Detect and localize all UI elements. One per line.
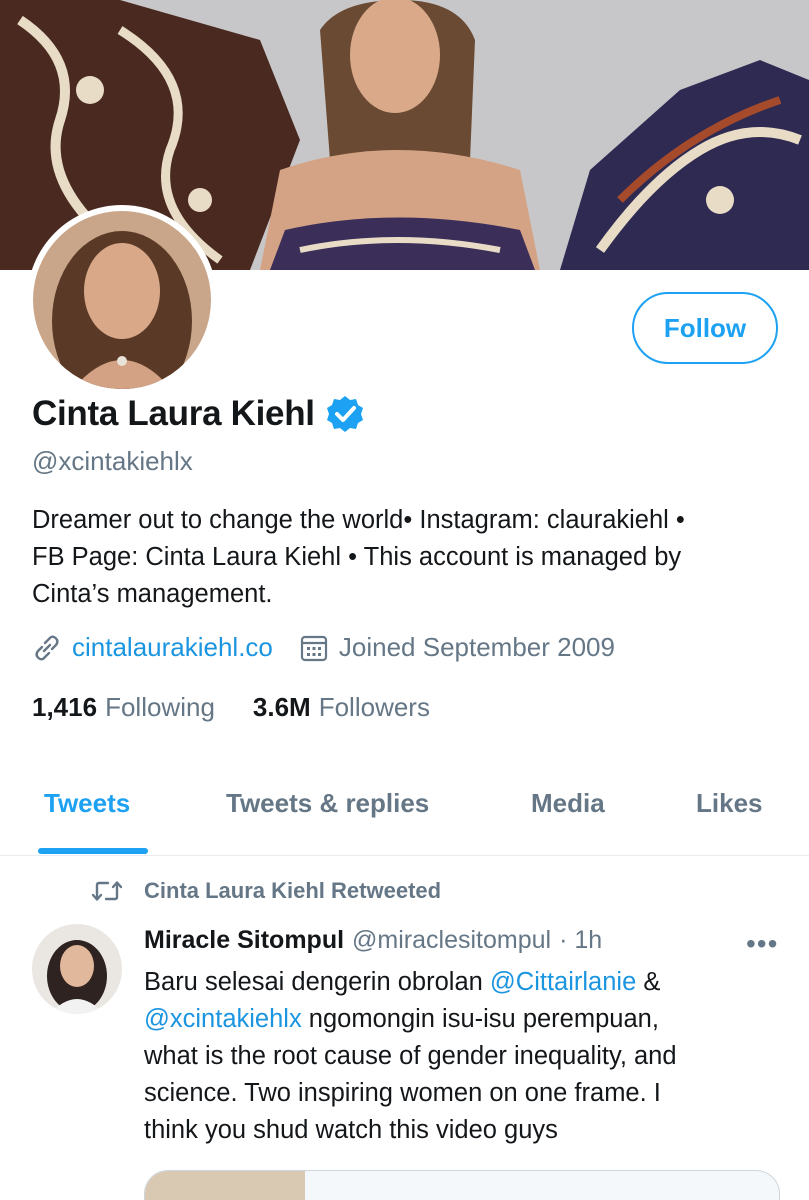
tab-tweets[interactable]: Tweets <box>44 788 130 819</box>
display-name: Cinta Laura Kiehl <box>32 394 315 433</box>
mention-link[interactable]: @xcintakiehlx <box>144 1005 302 1033</box>
profile-bio: Dreamer out to change the world• Instagr… <box>32 502 782 613</box>
tweet-text: Baru selesai dengerin obrolan @Cittairla… <box>144 964 784 1149</box>
profile-handle: @xcintakiehlx <box>32 446 193 476</box>
followers-label: Followers <box>318 692 430 722</box>
more-icon[interactable]: ••• <box>746 928 778 960</box>
bio-line: Dreamer out to change the world• Instagr… <box>32 506 685 534</box>
tweet-media-card[interactable] <box>144 1170 780 1200</box>
profile-website-link[interactable]: cintalaurakiehl.co <box>72 632 273 663</box>
card-thumbnail <box>145 1171 305 1200</box>
profile-stats: 1,416 Following 3.6M Followers <box>32 692 430 723</box>
following-count: 1,416 <box>32 692 98 722</box>
bio-line: Cinta’s management. <box>32 580 273 608</box>
tweet-text-segment: think you shud watch this video guys <box>144 1116 558 1144</box>
tab-likes[interactable]: Likes <box>696 788 763 819</box>
calendar-icon <box>300 635 327 661</box>
profile-meta: cintalaurakiehl.co Joined September 2009 <box>32 632 615 663</box>
tweet-author-handle[interactable]: @miraclesitompul <box>352 926 551 955</box>
tweet-header: Miracle Sitompul @miraclesitompul · 1h <box>144 926 602 955</box>
following-label: Following <box>105 692 215 722</box>
profile-tabs: Tweets Tweets & replies Media Likes <box>0 770 809 856</box>
tab-tweets-and-replies[interactable]: Tweets & replies <box>226 788 429 819</box>
retweet-note[interactable]: Cinta Laura Kiehl Retweeted <box>144 878 441 904</box>
tweet-text-segment: ngomongin isu-isu perempuan, <box>301 1005 659 1033</box>
link-icon <box>35 635 59 660</box>
verified-badge-icon <box>326 396 363 432</box>
tweet-author-avatar[interactable] <box>32 924 122 1014</box>
tweet-author-name[interactable]: Miracle Sitompul <box>144 926 344 955</box>
retweet-icon <box>91 881 123 901</box>
tweet-text-segment: & <box>636 968 661 996</box>
tweet-text-segment: what is the root cause of gender inequal… <box>144 1042 677 1070</box>
tweet-time[interactable]: · 1h <box>559 926 602 955</box>
retweet-context: Cinta Laura Kiehl Retweeted <box>90 878 441 904</box>
followers-stat[interactable]: 3.6M Followers <box>253 692 430 723</box>
follow-button[interactable]: Follow <box>632 292 778 364</box>
followers-count: 3.6M <box>252 692 311 722</box>
joined-date: Joined September 2009 <box>338 632 615 662</box>
bio-line: FB Page: Cinta Laura Kiehl • This accoun… <box>32 543 682 571</box>
profile-name-row: Cinta Laura Kiehl <box>32 394 365 434</box>
active-tab-indicator <box>38 848 148 854</box>
mention-link[interactable]: @Cittairlanie <box>490 968 636 996</box>
tab-media[interactable]: Media <box>531 788 605 819</box>
profile-avatar[interactable] <box>27 205 217 395</box>
following-stat[interactable]: 1,416 Following <box>32 692 215 723</box>
tweet-text-segment: Baru selesai dengerin obrolan <box>144 968 490 996</box>
tweet-text-segment: science. Two inspiring women on one fram… <box>144 1079 661 1107</box>
